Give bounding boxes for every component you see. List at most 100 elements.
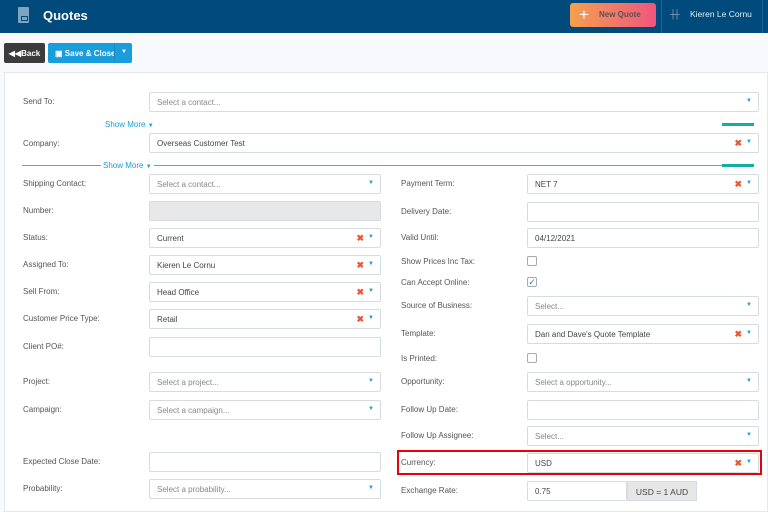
exchange-rate-input[interactable]: 0.75 [527,481,627,501]
page-title: Quotes [43,8,88,23]
clear-icon[interactable]: ✖ [356,287,364,298]
company-select[interactable]: Overseas Customer Test ✖ ▼ [149,133,759,153]
payment-term-select[interactable]: NET 7 ✖ ▼ [527,174,759,194]
exchange-rate-label: Exchange Rate: [401,486,458,495]
probability-select[interactable]: Select a probability... ▼ [149,479,381,499]
clear-icon[interactable]: ✖ [734,138,742,149]
customer-price-type-select[interactable]: Retail ✖ ▼ [149,309,381,329]
status-select[interactable]: Current ✖ ▼ [149,228,381,248]
sell-from-value: Head Office [157,288,200,297]
show-more-link[interactable]: Show More ▼ [103,120,156,129]
sell-from-label: Sell From: [23,287,60,296]
client-po-label: Client PO#: [23,342,64,351]
chevron-down-icon: ▼ [746,459,752,465]
number-input [149,201,381,221]
send-to-label: Send To: [23,97,55,106]
new-quote-button[interactable]: + New Quote [570,3,656,27]
assigned-to-label: Assigned To: [23,260,69,269]
shipping-contact-label: Shipping Contact: [23,179,87,188]
clear-icon[interactable]: ✖ [356,260,364,271]
chevron-down-icon: ▼ [368,288,374,294]
expected-close-date-label: Expected Close Date: [23,457,101,466]
clear-icon[interactable]: ✖ [356,314,364,325]
probability-label: Probability: [23,484,63,493]
chevron-down-icon: ▼ [746,432,752,438]
client-po-input[interactable] [149,337,381,357]
clear-icon[interactable]: ✖ [356,233,364,244]
clear-icon[interactable]: ✖ [734,179,742,190]
chevron-down-icon: ▼ [746,330,752,336]
source-of-business-select[interactable]: Select... ▼ [527,296,759,316]
chevron-down-icon: ▼ [746,302,752,308]
follow-up-date-input[interactable] [527,400,759,420]
divider [114,43,115,63]
caret-down-icon: ▼ [145,164,152,170]
customer-price-type-label: Customer Price Type: [23,314,100,323]
show-prices-inc-tax-checkbox[interactable] [527,256,537,266]
clear-icon[interactable]: ✖ [734,329,742,340]
valid-until-value: 04/12/2021 [535,234,576,243]
can-accept-online-checkbox[interactable]: ✓ [527,277,537,287]
status-label: Status: [23,233,48,242]
chevron-down-icon: ▼ [746,139,752,145]
template-label: Template: [401,329,436,338]
chevron-down-icon: ▼ [368,406,374,412]
chevron-down-icon: ▼ [368,261,374,267]
opportunity-value: Select a opportunity... [535,378,612,387]
save-close-button[interactable]: ▣ Save & Close ▼ [48,43,132,63]
source-of-business-label: Source of Business: [401,301,473,310]
source-of-business-value: Select... [535,302,564,311]
show-prices-inc-tax-label: Show Prices Inc Tax: [401,257,476,266]
shipping-contact-value: Select a contact... [157,180,221,189]
opportunity-select[interactable]: Select a opportunity... ▼ [527,372,759,392]
template-select[interactable]: Dan and Dave's Quote Template ✖ ▼ [527,324,759,344]
project-value: Select a project... [157,378,219,387]
expected-close-date-input[interactable] [149,452,381,472]
shipping-contact-select[interactable]: Select a contact... ▼ [149,174,381,194]
campaign-select[interactable]: Select a campaign... ▼ [149,400,381,420]
valid-until-label: Valid Until: [401,233,439,242]
probability-value: Select a probability... [157,485,231,494]
is-printed-checkbox[interactable] [527,353,537,363]
chevron-down-icon: ▼ [368,378,374,384]
plus-icon: + [579,5,589,24]
follow-up-assignee-value: Select... [535,432,564,441]
payment-term-value: NET 7 [535,180,558,189]
project-select[interactable]: Select a project... ▼ [149,372,381,392]
follow-up-assignee-label: Follow Up Assignee: [401,431,474,440]
number-label: Number: [23,206,54,215]
send-to-select[interactable]: Select a contact... ▼ [149,92,759,112]
follow-up-date-label: Follow Up Date: [401,405,458,414]
send-to-value: Select a contact... [157,98,221,107]
chevron-down-icon: ▼ [368,485,374,491]
new-quote-label: New Quote [599,10,641,19]
show-more-link[interactable]: Show More ▼ [101,161,154,170]
show-more-label: Show More [105,120,146,129]
divider [661,0,662,33]
currency-select[interactable]: USD ✖ ▼ [527,453,759,473]
status-value: Current [157,234,184,243]
caret-down-icon: ▼ [147,123,154,129]
sell-from-select[interactable]: Head Office ✖ ▼ [149,282,381,302]
chevron-down-icon[interactable]: ▼ [121,49,127,55]
is-printed-label: Is Printed: [401,354,438,363]
document-icon [18,7,29,23]
follow-up-assignee-select[interactable]: Select... ▼ [527,426,759,446]
exchange-rate-value: 0.75 [535,487,551,496]
back-icon: ◀◀ [8,48,22,58]
assigned-to-select[interactable]: Kieren Le Cornu ✖ ▼ [149,255,381,275]
app-header: Quotes + New Quote ┼┼ Kieren Le Cornu [0,0,768,33]
chevron-down-icon: ▼ [746,180,752,186]
exchange-rate-addon: USD = 1 AUD [627,481,697,501]
clear-icon[interactable]: ✖ [734,458,742,469]
back-button[interactable]: ◀◀Back [4,43,45,63]
teal-bar [722,123,754,126]
user-menu[interactable]: ┼┼ Kieren Le Cornu [670,9,752,19]
chevron-down-icon: ▼ [746,378,752,384]
valid-until-input[interactable]: 04/12/2021 [527,228,759,248]
currency-label: Currency: [401,458,436,467]
save-close-label: Save & Close [64,48,116,58]
delivery-date-input[interactable] [527,202,759,222]
can-accept-online-label: Can Accept Online: [401,278,470,287]
campaign-label: Campaign: [23,405,62,414]
